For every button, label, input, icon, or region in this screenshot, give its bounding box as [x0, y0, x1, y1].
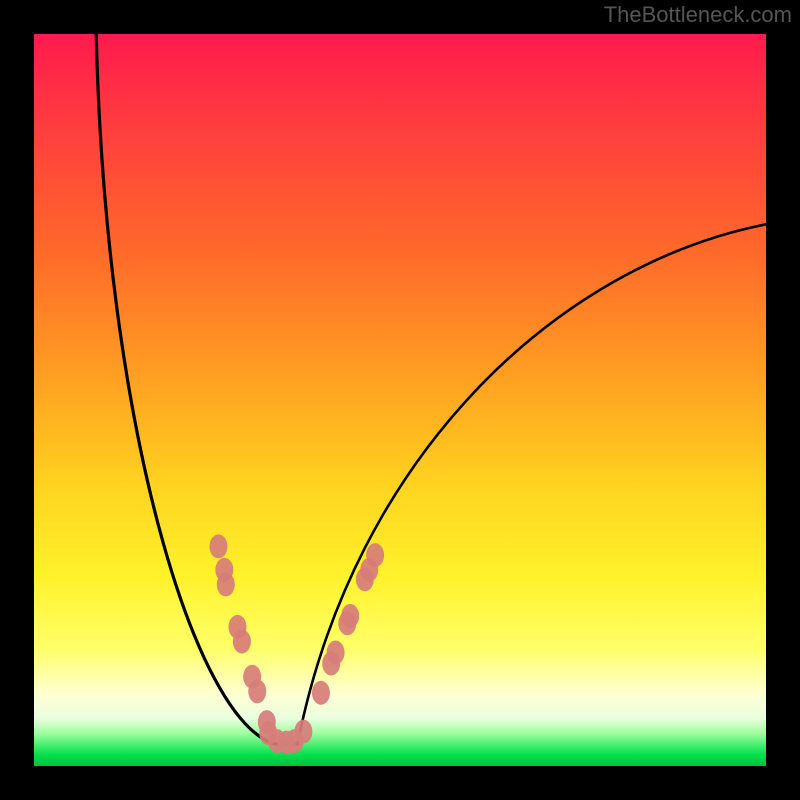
plot-area — [34, 34, 766, 766]
chart-frame: TheBottleneck.com — [0, 0, 800, 800]
gradient-background — [34, 34, 766, 766]
watermark-text: TheBottleneck.com — [604, 2, 792, 28]
chart-svg — [34, 34, 766, 766]
